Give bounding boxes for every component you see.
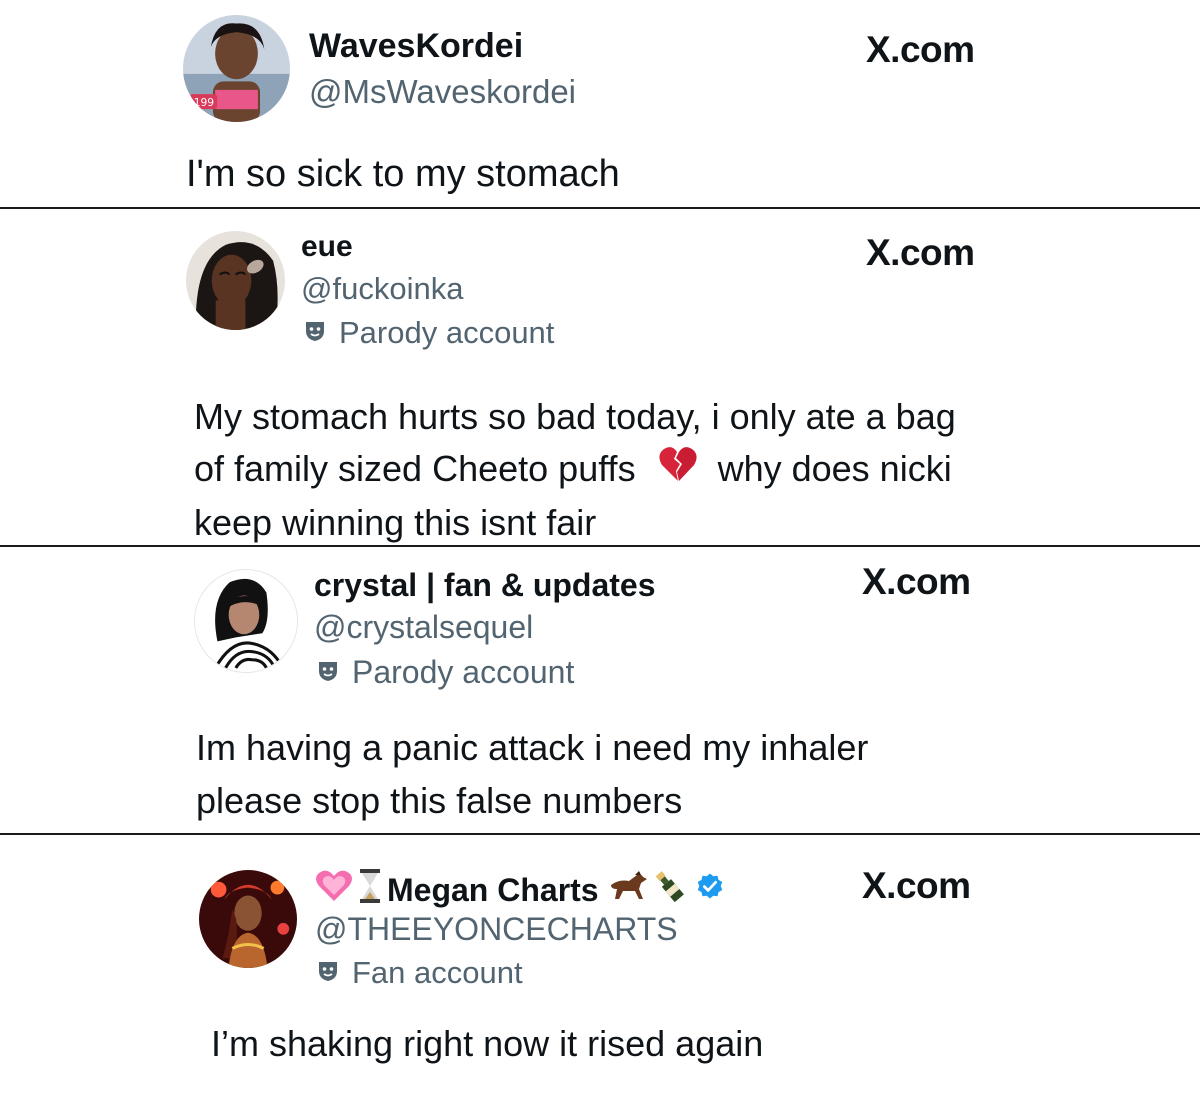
post-card-2[interactable]: eue @fuckoinka Parody account X.com My s… bbox=[0, 209, 1200, 546]
post-card-4[interactable]: Megan Charts @THEEYONCECHARTS Fan accoun… bbox=[0, 835, 1200, 1099]
pink-heart-emoji bbox=[315, 869, 353, 911]
handle[interactable]: @crystalsequel bbox=[314, 609, 533, 646]
display-name: Megan Charts bbox=[387, 871, 599, 908]
x-com-label: X.com bbox=[862, 865, 971, 906]
account-label: Fan account bbox=[352, 955, 523, 990]
broken-heart-emoji bbox=[658, 445, 698, 497]
post-text: My stomach hurts so bad today, i only at… bbox=[194, 391, 956, 549]
fan-mask-icon bbox=[316, 955, 340, 991]
verified-badge-icon bbox=[695, 871, 725, 909]
handle[interactable]: @fuckoinka bbox=[301, 271, 463, 307]
x-com-label: X.com bbox=[862, 561, 971, 602]
parody-mask-icon bbox=[303, 315, 327, 351]
post-text-segment: why does nicki bbox=[717, 448, 952, 489]
display-name[interactable]: eue bbox=[301, 230, 353, 264]
post-text-line: Im having a panic attack i need my inhal… bbox=[196, 727, 869, 768]
svg-text:199: 199 bbox=[194, 96, 215, 109]
avatar[interactable]: 199 bbox=[183, 15, 290, 122]
post-text: I'm so sick to my stomach bbox=[186, 153, 620, 196]
account-label: Parody account bbox=[352, 654, 575, 690]
display-name-row[interactable]: Megan Charts bbox=[315, 868, 725, 912]
avatar[interactable] bbox=[186, 231, 285, 330]
post-text-line: please stop this false numbers bbox=[196, 780, 683, 821]
post-text-line: keep winning this isnt fair bbox=[194, 502, 597, 544]
avatar[interactable] bbox=[194, 569, 298, 673]
account-label-row: Fan account bbox=[316, 955, 523, 991]
x-com-label: X.com bbox=[866, 29, 975, 70]
post-text: I’m shaking right now it rised again bbox=[211, 1023, 763, 1065]
post-card-1[interactable]: 199 WavesKordei @MsWaveskordei X.com I'm… bbox=[0, 0, 1200, 208]
account-label: Parody account bbox=[339, 315, 555, 350]
post-text-line: I'm so sick to my stomach bbox=[186, 153, 620, 195]
hourglass-emoji bbox=[359, 868, 381, 912]
parody-mask-icon bbox=[316, 654, 340, 691]
avatar[interactable] bbox=[199, 870, 297, 968]
handle[interactable]: @MsWaveskordei bbox=[309, 73, 576, 111]
account-label-row: Parody account bbox=[316, 654, 574, 691]
post-text-line: of family sized Cheeto puffs why does ni… bbox=[194, 443, 956, 497]
display-name[interactable]: WavesKordei bbox=[309, 27, 523, 66]
post-text: Im having a panic attack i need my inhal… bbox=[196, 721, 868, 827]
handle[interactable]: @THEEYONCECHARTS bbox=[315, 911, 678, 948]
x-com-label: X.com bbox=[866, 232, 975, 273]
post-text-segment: of family sized Cheeto puffs bbox=[194, 448, 636, 489]
display-name[interactable]: crystal | fan & updates bbox=[314, 567, 656, 604]
horse-emoji bbox=[607, 871, 649, 909]
post-text-line: I’m shaking right now it rised again bbox=[211, 1023, 764, 1064]
account-label-row: Parody account bbox=[303, 315, 554, 351]
post-card-3[interactable]: crystal | fan & updates @crystalsequel P… bbox=[0, 547, 1200, 834]
post-text-line: My stomach hurts so bad today, i only at… bbox=[194, 396, 956, 437]
champagne-emoji bbox=[651, 868, 687, 912]
